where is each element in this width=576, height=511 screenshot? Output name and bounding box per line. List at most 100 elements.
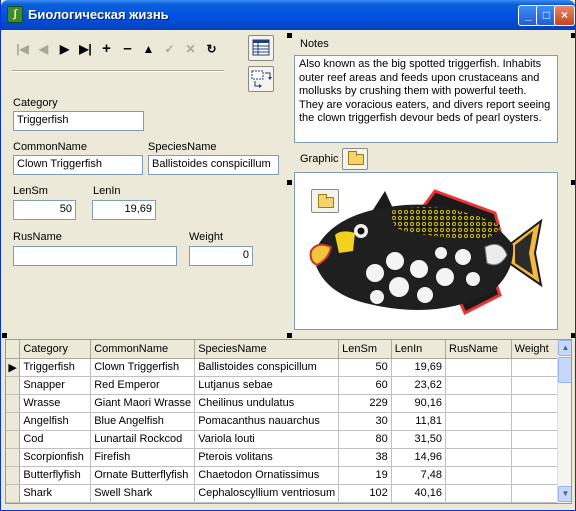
grid-cell[interactable]: 38 [338,448,392,467]
grid-cell[interactable]: Cheilinus undulatus [194,394,340,413]
grid-cell[interactable]: Red Emperor [90,376,196,395]
row-indicator[interactable] [6,430,21,449]
column-header[interactable]: LenSm [338,340,392,359]
fish-data-grid[interactable]: Category CommonName SpeciesName LenSm LenIn R… [5,339,572,504]
grid-cell[interactable]: Wrasse [19,394,92,413]
edit-record-icon[interactable]: ▲ [138,38,159,60]
grid-cell[interactable]: Ballistoides conspicillum [194,358,340,377]
row-indicator[interactable] [6,412,21,431]
grid-cell[interactable]: Swell Shark [90,484,196,503]
resize-handle [287,33,292,38]
grid-cell[interactable]: Lunartail Rockcod [90,430,196,449]
grid-cell[interactable] [445,412,512,431]
grid-cell[interactable]: Pomacanthus nauarchus [194,412,340,431]
grid-cell[interactable]: Pterois volitans [194,448,340,467]
grid-cell[interactable]: 90,16 [391,394,447,413]
grid-cell[interactable]: Variola louti [194,430,340,449]
common-name-field[interactable]: Clown Triggerfish [13,155,143,175]
table-row[interactable]: Shark Swell Shark Cephaloscyllium ventrios… [6,484,571,503]
grid-cell[interactable]: 19 [338,466,392,485]
table-row[interactable]: ▶ Triggerfish Clown Triggerfish Ballistoide… [6,358,571,377]
grid-cell[interactable]: Clown Triggerfish [90,358,196,377]
len-in-field[interactable]: 19,69 [92,200,156,220]
title-bar[interactable]: ∫ Биологическая жизнь _ □ × [1,0,575,30]
grid-cell[interactable]: Butterflyfish [19,466,92,485]
row-indicator[interactable] [6,394,21,413]
delete-record-icon[interactable]: – [117,38,138,60]
scroll-thumb[interactable] [558,357,571,383]
grid-cell[interactable]: Triggerfish [19,358,92,377]
grid-cell[interactable]: 7,48 [391,466,447,485]
grid-cell[interactable]: 19,69 [391,358,447,377]
grid-view-button[interactable] [248,35,274,61]
table-row[interactable]: Butterflyfish Ornate Butterflyfish Chaetod… [6,466,571,485]
grid-cell[interactable]: 229 [338,394,392,413]
cancel-edit-icon[interactable]: ✕ [180,38,201,60]
prior-record-icon[interactable]: ◀ [33,38,54,60]
post-edit-icon[interactable]: ✓ [159,38,180,60]
grid-cell[interactable]: 31,50 [391,430,447,449]
grid-cell[interactable]: Chaetodon Ornatissimus [194,466,340,485]
species-name-field[interactable]: Ballistoides conspicillum [148,155,279,175]
close-button[interactable]: × [554,5,575,26]
row-indicator[interactable] [6,484,21,503]
table-row[interactable]: Angelfish Blue Angelfish Pomacanthus nauar… [6,412,571,431]
grid-cell[interactable]: Giant Maori Wrasse [90,394,196,413]
current-row-indicator-icon[interactable]: ▶ [6,358,21,377]
row-indicator[interactable] [6,376,21,395]
grid-cell[interactable]: Ornate Butterflyfish [90,466,196,485]
table-row[interactable]: Cod Lunartail Rockcod Variola louti 80 31,50… [6,430,571,449]
grid-cell[interactable]: 14,96 [391,448,447,467]
grid-cell[interactable]: 80 [338,430,392,449]
grid-cell[interactable]: Blue Angelfish [90,412,196,431]
grid-cell[interactable]: 40,16 [391,484,447,503]
grid-cell[interactable]: Cephaloscyllium ventriosum [194,484,340,503]
grid-cell[interactable]: 102 [338,484,392,503]
grid-cell[interactable]: Firefish [90,448,196,467]
grid-cell[interactable]: Scorpionfish [19,448,92,467]
column-header[interactable]: RusName [445,340,512,359]
grid-cell[interactable]: 23,62 [391,376,447,395]
grid-cell[interactable] [445,358,512,377]
grid-cell[interactable]: 50 [338,358,392,377]
len-sm-field[interactable]: 50 [13,200,76,220]
grid-cell[interactable]: 60 [338,376,392,395]
insert-record-icon[interactable]: + [96,38,117,60]
grid-cell[interactable] [445,394,512,413]
grid-cell[interactable] [445,448,512,467]
table-row[interactable]: Wrasse Giant Maori Wrasse Cheilinus undula… [6,394,571,413]
row-indicator[interactable] [6,448,21,467]
grid-vertical-scrollbar[interactable]: ▲ ▼ [557,340,571,503]
grid-cell[interactable]: 30 [338,412,392,431]
column-header[interactable]: SpeciesName [194,340,340,359]
grid-cell[interactable] [445,430,512,449]
grid-cell[interactable]: Cod [19,430,92,449]
scroll-up-icon[interactable]: ▲ [558,340,571,356]
last-record-icon[interactable]: ▶| [75,38,96,60]
table-row[interactable]: SnapperRed EmperorLutjanus sebae6023,620 [6,376,571,395]
column-header[interactable]: LenIn [391,340,447,359]
row-indicator[interactable] [6,466,21,485]
next-record-icon[interactable]: ▶ [54,38,75,60]
grid-cell[interactable] [445,484,512,503]
column-header[interactable]: Category [19,340,92,359]
grid-cell[interactable]: Angelfish [19,412,92,431]
category-field[interactable]: Triggerfish [13,111,144,131]
scroll-down-icon[interactable]: ▼ [558,486,571,502]
grid-cell[interactable] [445,376,512,395]
grid-cell[interactable]: Lutjanus sebae [194,376,340,395]
notes-memo[interactable]: Also known as the big spotted triggerfis… [294,55,558,143]
first-record-icon[interactable]: |◀ [12,38,33,60]
grid-cell[interactable]: 11,81 [391,412,447,431]
grid-cell[interactable]: Snapper [19,376,92,395]
grid-cell[interactable] [445,466,512,485]
grid-cell[interactable]: Shark [19,484,92,503]
rus-name-field[interactable] [13,246,177,266]
weight-field[interactable]: 0 [189,246,253,266]
column-header[interactable]: CommonName [90,340,196,359]
graphic-image[interactable] [294,172,558,330]
refresh-data-icon[interactable]: ↻ [201,38,222,60]
switch-layout-button[interactable] [248,66,274,92]
load-graphic-button[interactable] [342,148,368,170]
table-row[interactable]: Scorpionfish Firefish Pterois volitans 38 14… [6,448,571,467]
